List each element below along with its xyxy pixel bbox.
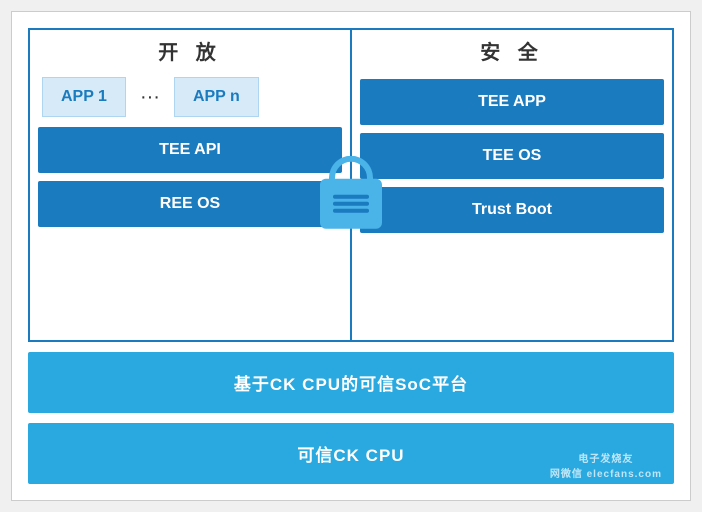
lock-line-3: [333, 209, 369, 213]
top-section: 开 放 APP 1 ··· APP n TEE API REE OS 安 全 T…: [28, 28, 674, 342]
tee-os-row: TEE OS: [360, 133, 664, 179]
soc-platform-bar: 基于CK CPU的可信SoC平台: [28, 352, 674, 413]
app-dots: ···: [134, 86, 166, 109]
right-panel: 安 全 TEE APP TEE OS Trust Boot: [352, 30, 672, 340]
appn-box: APP n: [174, 77, 259, 117]
right-title: 安 全: [352, 30, 672, 71]
left-title: 开 放: [30, 30, 350, 71]
app1-box: APP 1: [42, 77, 126, 117]
trust-boot-row: Trust Boot: [360, 187, 664, 233]
apps-row: APP 1 ··· APP n: [30, 71, 350, 123]
diagram-wrapper: 开 放 APP 1 ··· APP n TEE API REE OS 安 全 T…: [11, 11, 691, 501]
cpu-platform-label: 可信CK CPU: [297, 446, 404, 465]
left-panel: 开 放 APP 1 ··· APP n TEE API REE OS: [30, 30, 352, 340]
cpu-platform-bar: 可信CK CPU 电子发烧友网微信 elecfans.com: [28, 423, 674, 484]
lock-line-1: [333, 195, 369, 199]
tee-app-row: TEE APP: [360, 79, 664, 125]
tee-api-row: TEE API: [38, 127, 342, 173]
lock-line-2: [333, 202, 369, 206]
watermark: 电子发烧友网微信 elecfans.com: [550, 450, 662, 480]
lock-icon: [320, 156, 382, 229]
lock-body: [320, 179, 382, 229]
ree-os-row: REE OS: [38, 181, 342, 227]
